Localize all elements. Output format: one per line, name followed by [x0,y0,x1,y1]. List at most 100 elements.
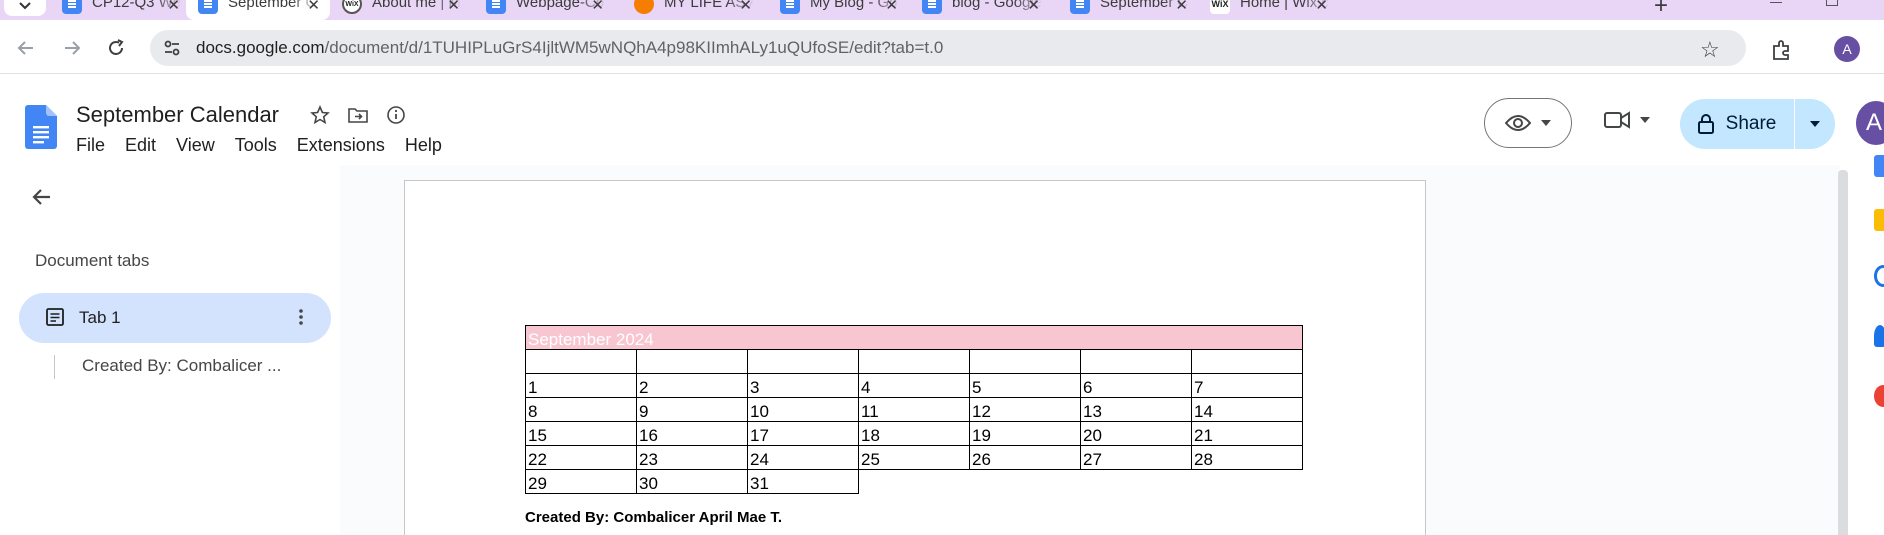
calendar-day-cell: 2 [636,373,748,398]
calendar-day-cell: 15 [525,421,637,446]
close-tab-icon[interactable]: ✕ [591,0,604,14]
calendar-day-cell [747,349,859,374]
bookmark-star-icon[interactable]: ☆ [1700,37,1720,63]
calendar-day-cell: 9 [636,397,748,422]
browser-tab[interactable]: Webpage-Co ✕ [474,0,614,20]
calendar-day-cell: 12 [969,397,1081,422]
browser-profile-avatar[interactable]: A [1834,36,1860,62]
viewing-mode-button[interactable] [1484,98,1572,148]
browser-tab[interactable]: September Ca ✕ [186,0,330,20]
calendar-day-cell [858,349,970,374]
google-docs-logo-icon[interactable] [25,105,57,149]
maximize-window-button[interactable] [1826,0,1838,6]
contacts-app-icon[interactable] [1874,325,1884,347]
close-tab-icon[interactable]: ✕ [307,0,320,14]
document-tabs-panel: Document tabs Tab 1 Created By: Combalic… [0,165,340,535]
calendar-day-cell [525,349,637,374]
share-options-button[interactable] [1795,99,1835,149]
browser-tab[interactable]: WiX About me | M ✕ [330,0,470,20]
calendar-day-cell: 26 [969,445,1081,470]
close-tab-icon[interactable]: ✕ [1315,0,1328,14]
document-tab-icon [46,308,64,326]
share-button[interactable]: Share [1680,99,1794,149]
calendar-week-row [525,349,1303,374]
share-label: Share [1725,113,1777,134]
close-tab-icon[interactable]: ✕ [1175,0,1188,14]
document-tab-item[interactable]: Tab 1 [19,293,331,343]
maps-app-icon[interactable] [1874,385,1884,407]
new-tab-button[interactable]: + [1654,0,1668,20]
close-tab-icon[interactable]: ✕ [885,0,898,14]
extensions-puzzle-icon[interactable] [1770,38,1794,62]
browser-tab[interactable]: blog - Google ✕ [910,0,1050,20]
calendar-day-cell: 19 [969,421,1081,446]
calendar-week-row: 8 9 10 11 12 13 14 [525,397,1303,422]
calendar-day-cell: 20 [1080,421,1192,446]
star-icon[interactable] [308,103,332,127]
calendar-blank-area [1081,470,1192,494]
reload-button[interactable] [104,36,128,60]
menu-edit[interactable]: Edit [115,133,166,158]
docs-icon [198,0,218,14]
more-vert-icon[interactable] [289,305,313,329]
document-status-info-icon[interactable] [384,103,408,127]
calendar-day-cell: 28 [1191,445,1303,470]
close-tab-icon[interactable]: ✕ [447,0,460,14]
document-title[interactable]: September Calendar [76,102,279,128]
caret-down-icon [1810,121,1820,127]
calendar-week-row: 22 23 24 25 26 27 28 [525,445,1303,470]
calendar-day-cell: 10 [747,397,859,422]
docs-icon [922,0,942,14]
keep-app-icon[interactable] [1874,209,1884,231]
caret-down-icon [1541,120,1551,126]
tasks-app-icon[interactable] [1874,265,1884,287]
close-tab-icon[interactable]: ✕ [739,0,752,14]
address-bar[interactable]: docs.google.com/document/d/1TUHIPLuGrS4I… [150,30,1746,66]
menu-file[interactable]: File [66,133,115,158]
forward-button[interactable] [60,36,84,60]
calendar-day-cell: 3 [747,373,859,398]
calendar-day-cell: 8 [525,397,637,422]
document-tabs-heading: Document tabs [35,251,150,270]
scrollbar-thumb[interactable] [1838,170,1848,535]
join-call-button[interactable] [1604,110,1650,130]
close-tab-icon[interactable]: ✕ [167,0,180,14]
back-button[interactable] [14,36,38,60]
browser-tab[interactable]: WiX Home | Wix.c ✕ [1198,0,1338,20]
calendar-day-cell: 17 [747,421,859,446]
site-info-icon[interactable] [162,38,182,58]
side-apps-rail [1860,155,1884,535]
docs-icon [780,0,800,14]
caret-down-icon [1640,117,1650,123]
minimize-window-button[interactable] [1770,2,1782,3]
move-folder-icon[interactable] [346,103,370,127]
browser-tab[interactable]: CP12-Q3 Web ✕ [50,0,190,20]
document-tab-label: Tab 1 [79,308,121,327]
document-page[interactable]: September 2024 1 2 3 4 5 6 7 8 9 10 11 12 13 14 15 16 17… [404,180,1426,535]
wix-icon: WiX [1210,0,1230,14]
menu-view[interactable]: View [166,133,225,158]
menu-tools[interactable]: Tools [225,133,287,158]
browser-tab[interactable]: MY LIFE AS A ✕ [622,0,762,20]
reload-icon [109,39,124,55]
calendar-app-icon[interactable] [1874,155,1884,177]
chevron-down-icon [19,2,31,10]
tab-search-button[interactable] [4,0,46,16]
browser-tab[interactable]: My Blog - Go ✕ [768,0,908,20]
account-avatar[interactable]: A [1856,101,1884,145]
calendar-day-cell: 13 [1080,397,1192,422]
lock-icon [1697,114,1714,134]
browser-tab[interactable]: September C ✕ [1058,0,1198,20]
arrow-left-icon [17,41,33,55]
calendar-week-row: 15 16 17 18 19 20 21 [525,421,1303,446]
arrow-back-icon[interactable] [30,185,54,209]
browser-toolbar: docs.google.com/document/d/1TUHIPLuGrS4I… [0,20,1884,74]
docs-menubar: File Edit View Tools Extensions Help [66,133,452,158]
calendar-day-cell [636,349,748,374]
calendar-day-cell: 30 [636,469,748,494]
outline-heading-item[interactable]: Created By: Combalicer ... [82,356,281,376]
calendar-day-cell: 11 [858,397,970,422]
menu-help[interactable]: Help [395,133,452,158]
close-tab-icon[interactable]: ✕ [1027,0,1040,14]
menu-extensions[interactable]: Extensions [287,133,395,158]
